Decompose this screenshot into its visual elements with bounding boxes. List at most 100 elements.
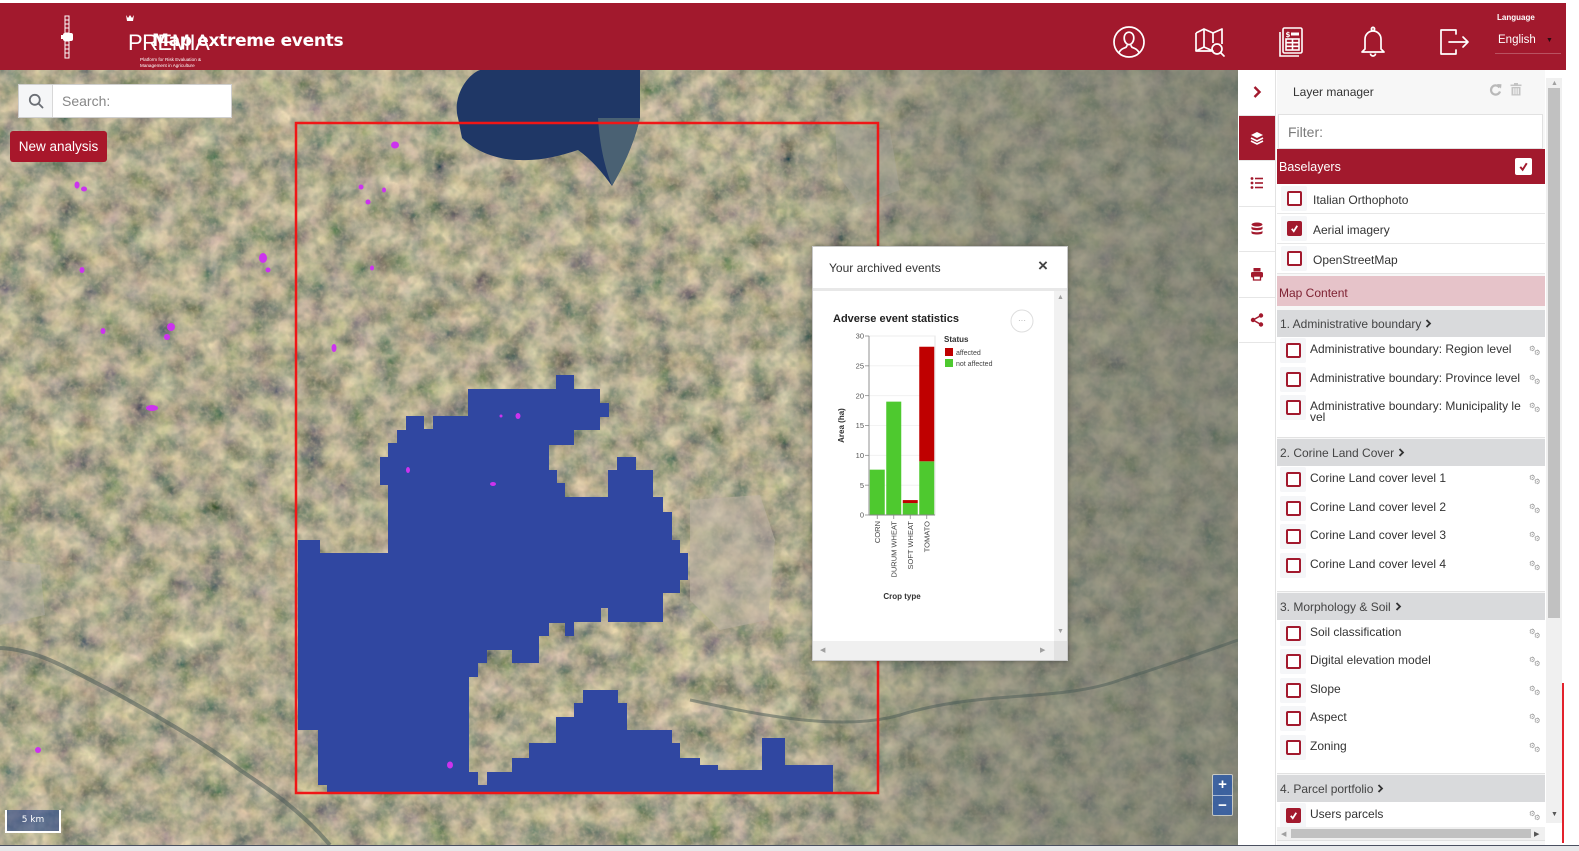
layer-checkbox[interactable] <box>1286 529 1301 545</box>
premia-logo[interactable]: PREMIA Platform for Risk Evaluation & Ma… <box>60 12 210 68</box>
layer-checkbox[interactable] <box>1286 654 1301 670</box>
layer-checkbox[interactable] <box>1286 472 1301 488</box>
tab-layer-manager[interactable] <box>1239 115 1275 161</box>
layer-settings-icon[interactable]: ⚙ ⚙ <box>1529 474 1543 486</box>
layer-group-header[interactable]: 4. Parcel portfolio <box>1277 774 1545 802</box>
layer-checkbox[interactable] <box>1286 682 1301 698</box>
tab-data-catalog[interactable] <box>1239 207 1275 252</box>
panel-hscroll-thumb[interactable] <box>1291 829 1531 838</box>
scroll-left-icon[interactable]: ◀ <box>820 646 825 654</box>
scroll-left-icon[interactable]: ◀ <box>1281 830 1286 838</box>
baselayers-header[interactable]: Baselayers <box>1277 149 1545 184</box>
scroll-down-icon[interactable]: ▼ <box>1057 628 1064 635</box>
layer-item[interactable]: Corine Land cover level 2 ⚙ ⚙ <box>1277 494 1545 524</box>
layer-item[interactable]: Slope ⚙ ⚙ <box>1277 676 1545 706</box>
hotspot[interactable] <box>370 265 374 271</box>
popup-vertical-scrollbar[interactable]: ▲ ▼ <box>1054 291 1067 641</box>
hotspot[interactable] <box>358 184 364 190</box>
hotspot[interactable] <box>74 181 80 189</box>
logout-icon[interactable] <box>1436 24 1472 60</box>
layer-settings-icon[interactable]: ⚙ ⚙ <box>1529 627 1543 640</box>
search-input[interactable] <box>54 85 231 117</box>
layer-settings-icon[interactable]: ⚙ ⚙ <box>1529 531 1543 543</box>
hotspot[interactable] <box>331 344 337 352</box>
panel-horizontal-scrollbar[interactable]: ◀ ▶ <box>1277 827 1545 840</box>
layer-item[interactable]: Users parcels ⚙ ⚙ <box>1277 801 1545 831</box>
new-analysis-button[interactable]: New analysis <box>10 131 107 162</box>
layer-checkbox[interactable] <box>1286 711 1301 727</box>
invoice-icon[interactable]: $ <box>1273 24 1309 60</box>
layer-item[interactable]: Aspect ⚙ ⚙ <box>1277 705 1545 734</box>
refresh-icon[interactable] <box>1489 83 1502 101</box>
layer-group-header[interactable]: 1. Administrative boundary <box>1277 310 1545 337</box>
layer-settings-icon[interactable]: ⚙ ⚙ <box>1529 684 1543 697</box>
hotspot[interactable] <box>382 187 386 193</box>
search-button[interactable] <box>19 85 53 117</box>
layer-settings-icon[interactable]: ⚙ ⚙ <box>1529 402 1543 414</box>
layer-settings-icon[interactable]: ⚙ ⚙ <box>1529 559 1543 572</box>
layer-filter-input[interactable] <box>1278 114 1543 149</box>
layer-checkbox[interactable] <box>1286 739 1301 755</box>
layer-settings-icon[interactable]: ⚙ ⚙ <box>1529 741 1543 754</box>
hotspot[interactable] <box>499 414 503 418</box>
panel-scroll-thumb[interactable] <box>1548 88 1560 618</box>
tab-collapse-panel[interactable] <box>1239 70 1275 116</box>
layer-settings-icon[interactable]: ⚙ ⚙ <box>1529 373 1543 386</box>
layer-checkbox[interactable] <box>1286 371 1301 387</box>
panel-vertical-scrollbar[interactable]: ▲ ▼ <box>1546 78 1562 823</box>
scroll-up-icon[interactable]: ▲ <box>1057 294 1064 301</box>
hotspot[interactable] <box>81 186 87 192</box>
layer-settings-icon[interactable]: ⚙ ⚙ <box>1529 345 1543 357</box>
hotspot[interactable] <box>447 761 453 769</box>
hotspot[interactable] <box>515 413 521 419</box>
layer-checkbox[interactable] <box>1286 625 1301 641</box>
baselayer-item[interactable]: OpenStreetMap <box>1277 244 1545 274</box>
layer-checkbox[interactable] <box>1286 500 1301 516</box>
layer-settings-icon[interactable]: ⚙ ⚙ <box>1529 656 1543 668</box>
layer-item[interactable]: Corine Land cover level 1 ⚙ ⚙ <box>1277 466 1545 495</box>
hotspot[interactable] <box>100 328 106 334</box>
close-button[interactable]: × <box>1038 256 1048 276</box>
hotspot[interactable] <box>365 199 371 205</box>
scroll-down-icon[interactable]: ▼ <box>1551 811 1558 818</box>
scroll-right-icon[interactable]: ▶ <box>1040 646 1045 654</box>
layer-item[interactable]: Digital elevation model ⚙ ⚙ <box>1277 648 1545 677</box>
layer-item[interactable]: Soil classification ⚙ ⚙ <box>1277 619 1545 649</box>
baselayer-item[interactable]: Italian Orthophoto <box>1277 184 1545 214</box>
layer-item[interactable]: Corine Land cover level 4 ⚙ ⚙ <box>1277 551 1545 581</box>
layer-settings-icon[interactable]: ⚙ ⚙ <box>1529 502 1543 515</box>
layer-item[interactable]: Zoning ⚙ ⚙ <box>1277 733 1545 763</box>
hotspot[interactable] <box>259 253 267 263</box>
layer-checkbox[interactable] <box>1286 557 1301 573</box>
baselayer-checkbox[interactable] <box>1287 191 1302 206</box>
hotspot[interactable] <box>167 323 175 331</box>
layer-settings-icon[interactable]: ⚙ ⚙ <box>1529 809 1543 822</box>
notifications-bell-icon[interactable] <box>1355 24 1391 60</box>
baselayers-toggle-checkbox[interactable] <box>1515 158 1532 175</box>
zoom-in-button[interactable]: + <box>1213 775 1232 795</box>
hotspot[interactable] <box>79 267 85 273</box>
baselayer-item[interactable]: Aerial imagery <box>1277 214 1545 244</box>
hotspot[interactable] <box>164 334 170 340</box>
zoom-out-button[interactable]: − <box>1213 795 1232 815</box>
layer-checkbox[interactable] <box>1286 807 1301 823</box>
trash-icon[interactable] <box>1510 83 1522 101</box>
hotspot[interactable] <box>146 405 158 411</box>
tab-print[interactable] <box>1239 252 1275 298</box>
layer-settings-icon[interactable]: ⚙ ⚙ <box>1529 713 1543 725</box>
language-select[interactable]: English ▼ <box>1495 33 1561 54</box>
layer-item[interactable]: Administrative boundary: Municipality le… <box>1277 394 1545 428</box>
layer-checkbox[interactable] <box>1286 343 1301 358</box>
hotspot[interactable] <box>265 267 271 273</box>
layer-item[interactable]: Administrative boundary: Province level ⚙… <box>1277 365 1545 395</box>
scroll-right-icon[interactable]: ▶ <box>1534 830 1539 838</box>
hotspot[interactable] <box>391 141 399 149</box>
layer-checkbox[interactable] <box>1286 400 1301 416</box>
popup-horizontal-scrollbar[interactable]: ◀ ▶ <box>813 641 1067 660</box>
tab-legend-list[interactable] <box>1239 161 1275 207</box>
hotspot[interactable] <box>35 747 41 753</box>
layer-item[interactable]: Corine Land cover level 3 ⚙ ⚙ <box>1277 523 1545 552</box>
layer-item[interactable]: Administrative boundary: Region level ⚙ ⚙ <box>1277 337 1545 366</box>
layer-group-header[interactable]: 2. Corine Land Cover <box>1277 439 1545 467</box>
hotspot[interactable] <box>490 482 496 486</box>
